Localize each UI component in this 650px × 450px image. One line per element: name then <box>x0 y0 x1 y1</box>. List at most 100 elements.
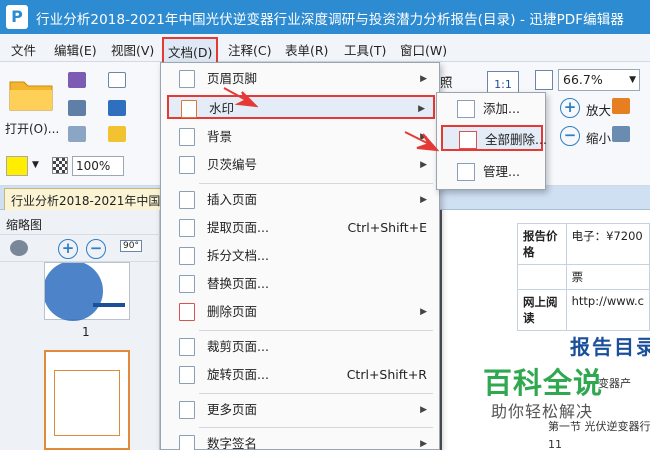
highlight-color-swatch[interactable] <box>6 156 28 176</box>
rotate-icon[interactable] <box>612 98 630 114</box>
zoom-in-icon[interactable]: + <box>560 98 580 118</box>
watermark-icon <box>181 100 197 118</box>
table-cell-value: 电子：¥7200 <box>565 223 650 265</box>
delete-watermark-icon <box>459 131 477 149</box>
menu-item-background[interactable]: 背景 ▶ <box>167 125 435 149</box>
chevron-right-icon: ▶ <box>420 307 427 317</box>
menu-item-label: 更多页面 <box>207 402 258 417</box>
menu-separator <box>199 427 433 428</box>
menu-window[interactable]: 窗口(W) <box>400 40 447 59</box>
thumbnail-panel: 缩略图 + − 90° <box>0 210 160 450</box>
report-info-table: 报告价格 电子：¥7200 票 网上阅读 http://www.c <box>517 223 650 331</box>
chevron-right-icon: ▶ <box>420 74 427 84</box>
menu-item-header-footer[interactable]: 页眉页脚 ▶ <box>167 67 435 91</box>
menu-separator <box>199 183 433 184</box>
menu-item-watermark[interactable]: 水印 ▶ <box>167 95 435 119</box>
menu-item-more-pages[interactable]: 更多页面 ▶ <box>167 398 435 422</box>
settings-icon[interactable] <box>10 240 28 256</box>
menu-item-split-document[interactable]: 拆分文档... <box>167 244 435 268</box>
table-cell-key <box>517 264 567 290</box>
menu-item-label: 插入页面 <box>207 192 258 207</box>
more-pages-icon <box>179 401 195 419</box>
chevron-right-icon: ▶ <box>418 104 425 114</box>
hand-icon[interactable] <box>612 126 630 142</box>
menu-separator <box>199 393 433 394</box>
submenu-item-manage[interactable]: 管理... <box>441 159 543 185</box>
transparency-icon[interactable] <box>52 157 68 174</box>
menu-tools[interactable]: 工具(T) <box>344 40 386 59</box>
submenu-item-label: 管理... <box>483 164 520 179</box>
delete-page-icon <box>179 303 195 321</box>
eraser-icon[interactable] <box>108 100 126 116</box>
menu-separator <box>199 330 433 331</box>
email-icon[interactable] <box>108 72 126 88</box>
split-document-icon <box>179 247 195 265</box>
bates-number-icon <box>179 156 195 174</box>
chevron-right-icon: ▶ <box>420 195 427 205</box>
rotate-page-icon[interactable]: 90° <box>120 240 142 252</box>
menu-item-extract-page[interactable]: 提取页面... Ctrl+Shift+E <box>167 216 435 240</box>
new-doc-icon[interactable] <box>108 126 126 142</box>
menu-item-crop-page[interactable]: 裁剪页面... <box>167 335 435 359</box>
menu-item-label: 旋转页面... <box>207 367 269 382</box>
crop-page-icon <box>179 338 195 356</box>
title-bar: P 行业分析2018-2021年中国光伏逆变器行业深度调研与投资潜力分析报告(目… <box>0 0 650 34</box>
app-logo-icon: P <box>6 5 28 29</box>
page-thumbnail-2[interactable] <box>44 350 130 450</box>
menu-item-shortcut: Ctrl+Shift+E <box>347 220 428 235</box>
submenu-item-delete-all[interactable]: 全部删除... <box>441 125 547 151</box>
thumbnail-panel-title: 缩略图 <box>6 218 43 232</box>
thumbnail-toolbar: + − 90° <box>0 234 160 262</box>
arrow-annotation-icon <box>404 131 439 152</box>
manage-watermark-icon <box>457 163 475 181</box>
digital-signature-icon <box>179 435 195 450</box>
zoom-in-label[interactable]: 放大 <box>586 100 611 119</box>
watermark-brand-title: 百科全说 <box>483 366 604 400</box>
open-button-label[interactable]: 打开(O)... <box>5 120 59 137</box>
replace-page-icon <box>179 275 195 293</box>
menu-item-delete-page[interactable]: 删除页面 ▶ <box>167 300 435 324</box>
menu-item-label: 背景 <box>207 129 233 144</box>
menu-edit[interactable]: 编辑(E) <box>54 40 97 59</box>
watermark-brand-subtitle: 助你轻松解决 <box>491 402 594 421</box>
menu-item-digital-signature[interactable]: 数字签名 ▶ <box>167 432 435 450</box>
fit-page-icon[interactable] <box>535 70 553 90</box>
open-folder-icon[interactable] <box>8 74 54 112</box>
menu-comment[interactable]: 注释(C) <box>228 40 271 59</box>
submenu-item-add[interactable]: 添加... <box>441 96 543 122</box>
zoom-out-label[interactable]: 缩小 <box>586 128 611 147</box>
thumb-zoom-in-icon[interactable]: + <box>58 239 78 259</box>
print-icon[interactable] <box>68 100 86 116</box>
menu-form[interactable]: 表单(R) <box>285 40 328 59</box>
thumb-zoom-out-icon[interactable]: − <box>86 239 106 259</box>
page-icon[interactable] <box>68 126 86 142</box>
menu-item-insert-page[interactable]: 插入页面 ▶ <box>167 188 435 212</box>
page-number-label: 1 <box>82 325 90 339</box>
chevron-down-icon[interactable]: ▼ <box>32 160 39 170</box>
menu-item-label: 提取页面... <box>207 220 269 235</box>
menu-item-label: 拆分文档... <box>207 248 269 263</box>
zoom-select[interactable]: 66.7% ▼ <box>558 69 640 91</box>
document-tab[interactable]: 行业分析2018-2021年中国光 <box>4 188 164 210</box>
save-icon[interactable] <box>68 72 86 88</box>
document-menu-dropdown: 页眉页脚 ▶ 水印 ▶ 背景 ▶ 贝茨编号 ▶ 插入页面 ▶ 提取页面... C… <box>160 62 440 450</box>
doc-text-fragment: 11 <box>548 438 562 450</box>
zoom-out-icon[interactable]: − <box>560 126 580 146</box>
page-thumbnail-1[interactable] <box>43 261 130 321</box>
menu-item-replace-page[interactable]: 替换页面... <box>167 272 435 296</box>
submenu-item-label: 添加... <box>483 101 520 116</box>
watermark-submenu: 添加... 全部删除... 管理... <box>436 92 547 190</box>
menu-item-label: 替换页面... <box>207 276 269 291</box>
menu-item-bates-numbering[interactable]: 贝茨编号 ▶ <box>167 153 435 177</box>
add-watermark-icon <box>457 100 475 118</box>
toolbar-partial-label: 照 <box>440 75 453 90</box>
chevron-right-icon: ▶ <box>420 160 427 170</box>
menu-view[interactable]: 视图(V) <box>111 40 154 59</box>
menu-item-label: 删除页面 <box>207 304 258 319</box>
menu-item-rotate-page[interactable]: 旋转页面... Ctrl+Shift+R <box>167 363 435 387</box>
chevron-down-icon: ▼ <box>629 75 636 85</box>
menu-item-shortcut: Ctrl+Shift+R <box>346 367 427 382</box>
menu-file[interactable]: 文件 <box>11 40 36 59</box>
opacity-select[interactable]: 100% <box>72 156 124 176</box>
menu-item-label: 贝茨编号 <box>207 157 258 172</box>
